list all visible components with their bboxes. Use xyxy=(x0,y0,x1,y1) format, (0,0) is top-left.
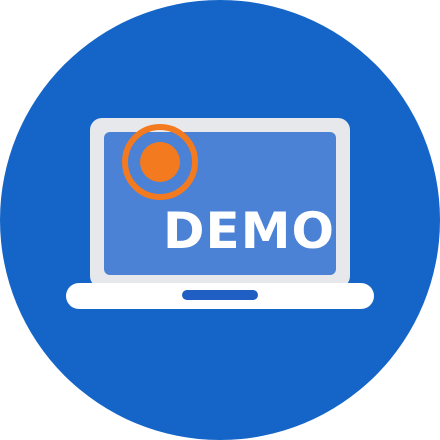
record-dot-icon xyxy=(140,142,180,182)
icon-graphic: DEMO xyxy=(0,0,440,440)
demo-label: DEMO xyxy=(163,202,335,260)
demo-laptop-icon: DEMO xyxy=(0,0,440,440)
laptop-trackpad xyxy=(182,290,258,300)
